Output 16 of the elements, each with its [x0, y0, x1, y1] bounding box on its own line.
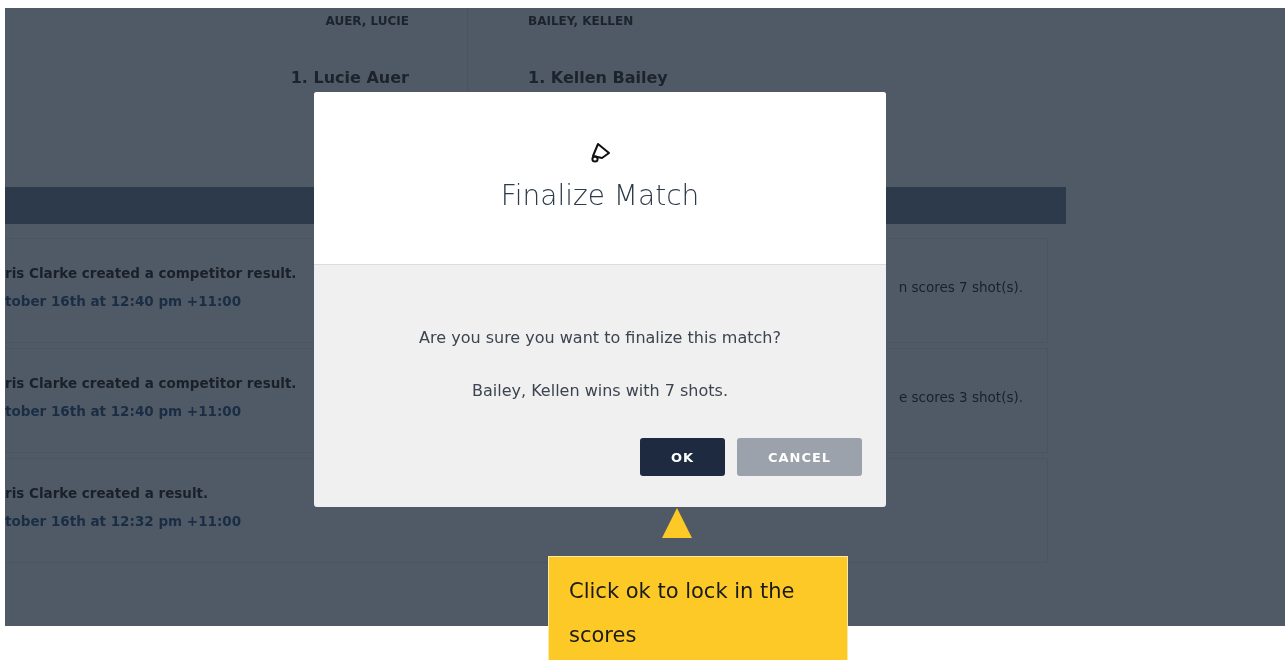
activity-text: ris Clarke created a competitor result.: [5, 374, 297, 391]
activity-text: ris Clarke created a competitor result.: [5, 264, 297, 281]
player-name: 1. Kellen Bailey: [528, 68, 668, 87]
dialog-title: Finalize Match: [500, 179, 700, 212]
activity-text: ris Clarke created a result.: [5, 484, 210, 501]
ok-button[interactable]: OK: [640, 438, 725, 476]
player-heading: AUER, LUCIE: [325, 14, 409, 28]
megaphone-icon: [589, 141, 611, 165]
pointer-arrow-icon: [662, 508, 692, 538]
activity-detail: e scores 3 shot(s).: [898, 388, 1023, 405]
dialog-message: Are you sure you want to finalize this match?: [419, 328, 781, 347]
tooltip-text: Click ok to lock in the scores: [548, 556, 848, 660]
dialog-result: Bailey, Kellen wins with 7 shots.: [472, 381, 728, 400]
player-heading: BAILEY, KELLEN: [528, 14, 635, 28]
activity-detail: n scores 7 shot(s).: [898, 278, 1023, 295]
player-name: 1. Lucie Auer: [290, 68, 409, 87]
